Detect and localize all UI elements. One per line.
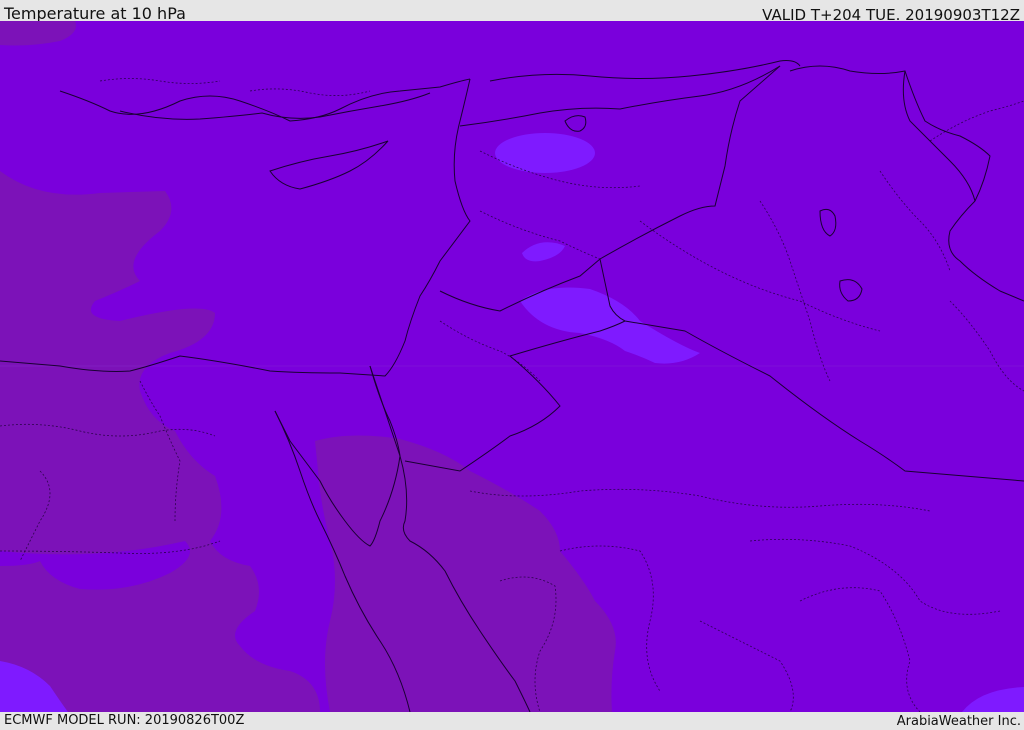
model-run-label: ECMWF MODEL RUN: 20190826T00Z — [4, 713, 245, 728]
map-footer: ECMWF MODEL RUN: 20190826T00Z ArabiaWeat… — [0, 712, 1024, 729]
map-header: Temperature at 10 hPa VALID T+204 TUE. 2… — [0, 0, 1024, 24]
map-canvas — [0, 21, 1024, 712]
credit-label: ArabiaWeather Inc. — [896, 714, 1021, 729]
cold-region-syria — [495, 133, 595, 173]
temperature-map — [0, 21, 1024, 712]
